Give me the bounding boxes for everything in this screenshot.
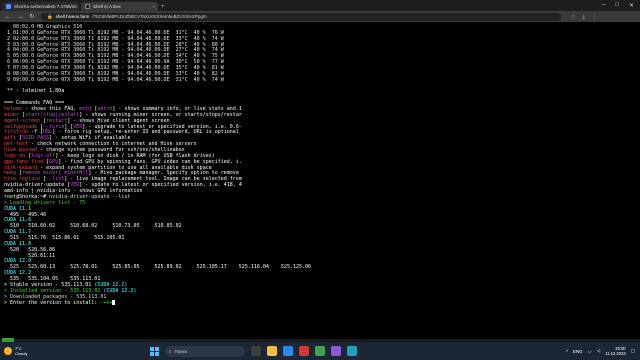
clock[interactable]: 20:50 11.12.2023 [605, 346, 626, 356]
terminal[interactable]: 00:02.0 HD Graphics 510 1 01:00.0 GeForc… [0, 22, 640, 339]
terminal-favicon-icon [85, 4, 90, 9]
notifications-icon[interactable]: ▢ [631, 348, 635, 354]
url-host: shell.hiveos.farm [55, 14, 90, 19]
text-cursor [112, 300, 116, 306]
system-tray: ^ ENG ◡ ◁ 20:50 11.12.2023 ▢ [566, 346, 640, 356]
lock-icon: 🔒 [47, 13, 53, 19]
app-icon-red[interactable] [299, 346, 309, 356]
app-icon-purple[interactable] [331, 346, 341, 356]
volume-icon[interactable]: ◁ [597, 348, 600, 354]
tab-shell-in-a-box[interactable]: Shell In A Box × [81, 2, 158, 11]
url-path: /?ttC6NfeBPLDnZbBCVTaXLKKSXem5uBZUXmHzPp… [92, 14, 207, 19]
task-view-icon[interactable] [251, 346, 261, 356]
address-bar-row: ← → ↻ 🔒 shell.hiveos.farm/?ttC6NfeBPLDnZ… [0, 11, 640, 22]
taskbar-center: ⌕ Поиск [150, 345, 357, 357]
browser-icon[interactable] [283, 346, 293, 356]
reload-button[interactable]: ↻ [29, 13, 35, 20]
close-tab-icon[interactable]: × [152, 4, 155, 9]
bookmark-star-icon[interactable]: ☆ [571, 14, 575, 20]
clock-date: 11.12.2023 [605, 351, 626, 356]
gpu-table: 00:02.0 HD Graphics 510 1 01:00.0 GeForc… [4, 24, 640, 84]
enter-input[interactable]: -+++ [100, 300, 112, 306]
back-button[interactable]: ← [5, 14, 11, 20]
hive-favicon-icon [6, 4, 11, 9]
new-tab-button[interactable]: + [161, 4, 165, 11]
tab-title: ShorKa serbernabeb 7.4786/s/c [14, 4, 78, 9]
search-box[interactable]: ⌕ Поиск [165, 345, 245, 357]
downloaded-value: 535.113.01 [76, 293, 107, 300]
browser-toolbar: ☆ ⤓ ⋮ [571, 14, 597, 20]
tab-title: Shell In A Box [93, 4, 121, 9]
app-icon-teal[interactable] [347, 346, 357, 356]
weather-desc: Cloudy [15, 351, 28, 356]
network-icon[interactable]: ◡ [588, 348, 592, 354]
url-field[interactable]: 🔒 shell.hiveos.farm/?ttC6NfeBPLDnZbBCVTa… [41, 12, 561, 21]
downloads-icon[interactable]: ⤓ [582, 14, 584, 20]
minimize-button[interactable]: – [602, 2, 605, 9]
cloudy-weather-icon [4, 347, 12, 355]
app-icon-green[interactable] [315, 346, 325, 356]
start-button[interactable] [150, 346, 159, 356]
tab-shorka[interactable]: ShorKa serbernabeb 7.4786/s/c × [2, 2, 79, 11]
help-list: helpme - shows this FAQ, motd [watch] - … [4, 106, 640, 195]
menu-icon[interactable]: ⋮ [592, 14, 597, 20]
tray-overflow-icon[interactable]: ^ [566, 349, 568, 354]
driver-list: CUDA 11.1 495 495.46 CUDA 11.6 510 510.60… [4, 206, 640, 283]
language-indicator[interactable]: ENG [573, 349, 583, 354]
downloaded-label: > Downloaded packages - [4, 293, 77, 300]
search-icon: ⌕ [169, 348, 172, 354]
enter-label: > Enter the version to install: [4, 300, 101, 307]
taskbar: 7°C Cloudy ⌕ Поиск ^ ENG ◡ ◁ 20:50 11.12… [0, 342, 640, 360]
search-placeholder: Поиск [174, 348, 188, 354]
window-controls: – □ ✕ [602, 2, 640, 11]
browser-tab-strip: ShorKa serbernabeb 7.4786/s/c × Shell In… [0, 0, 640, 11]
installed-cuda: (CUDA 12.2) [103, 287, 137, 294]
maximize-button[interactable]: □ [615, 2, 619, 9]
file-explorer-icon[interactable] [267, 346, 277, 356]
enter-version-line: > Enter the version to install: -+++ [4, 300, 640, 306]
close-window-button[interactable]: ✕ [629, 2, 634, 9]
forward-button[interactable]: → [17, 14, 23, 20]
weather-widget[interactable]: 7°C Cloudy [0, 346, 150, 356]
